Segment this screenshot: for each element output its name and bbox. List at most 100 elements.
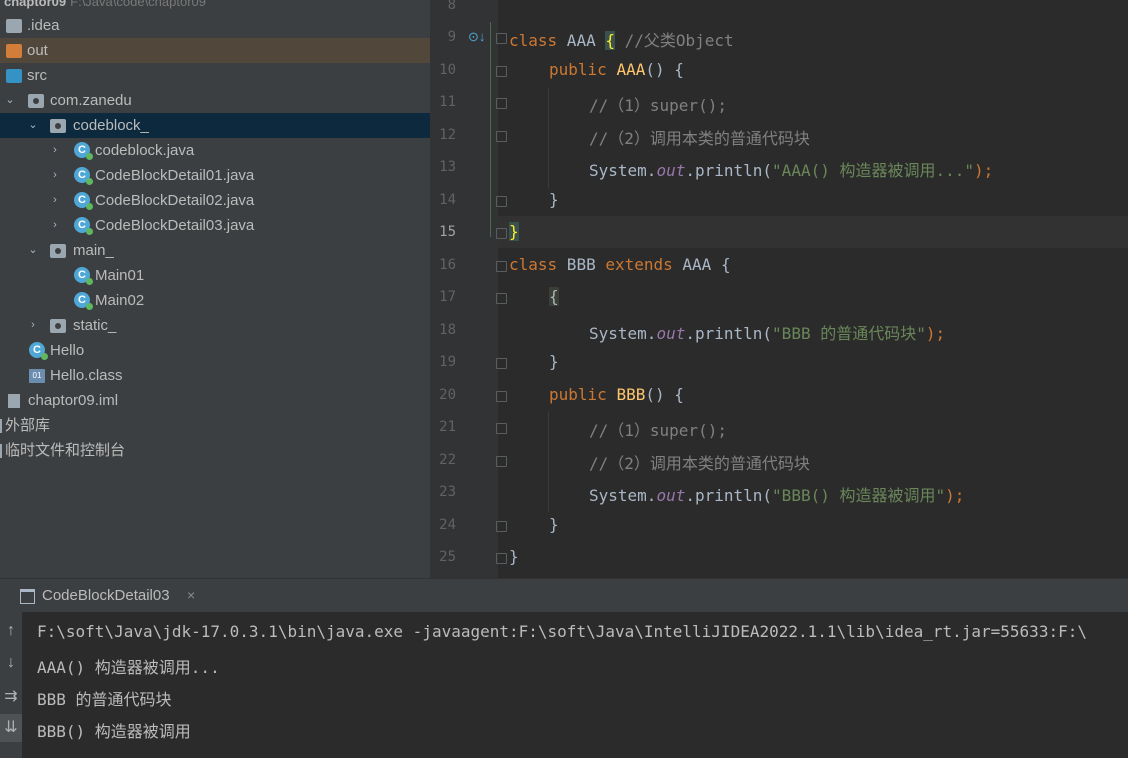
fold-icon[interactable] [496, 456, 507, 467]
code-token: //（2）调用本类的普通代码块 [589, 129, 810, 148]
run-console[interactable]: ↑ ↓ ⇉ ⇊ F:\soft\Java\jdk-17.0.3.1\bin\ja… [0, 612, 1128, 758]
code-token: out [656, 486, 686, 505]
chevron-right-icon[interactable]: › [49, 163, 61, 188]
fold-icon[interactable] [496, 33, 507, 44]
fold-icon[interactable] [496, 423, 507, 434]
fold-icon[interactable] [496, 553, 507, 564]
scroll-to-end-icon[interactable]: ⇊ [0, 714, 22, 742]
line-number: 15 [439, 224, 456, 240]
code-token: BBB [616, 385, 646, 404]
chevron-right-icon[interactable]: › [27, 313, 39, 338]
fold-icon[interactable] [496, 196, 507, 207]
fold-icon[interactable] [496, 391, 507, 402]
fold-icon[interactable] [496, 261, 507, 272]
tree-item-idea[interactable]: .idea [0, 13, 430, 38]
tree-item-label: Main02 [95, 292, 145, 309]
implemented-marker-icon[interactable]: ⊙↓ [468, 30, 485, 44]
fold-icon[interactable] [496, 358, 507, 369]
close-icon[interactable]: × [187, 587, 195, 603]
code-token: "BBB() 构造器被调用" [772, 486, 946, 505]
code-line-18[interactable]: System.out.println("BBB 的普通代码块"); [589, 320, 945, 344]
fold-icon[interactable] [496, 98, 507, 109]
code-line-21[interactable]: //（1）super(); [589, 417, 727, 441]
scroll-up-icon[interactable]: ↑ [0, 622, 22, 640]
tree-item-com-zanedu[interactable]: ⌄ com.zanedu [0, 88, 430, 113]
soft-wrap-icon[interactable]: ⇉ [0, 686, 22, 706]
tree-item-codeblockdetail01[interactable]: › C CodeBlockDetail01.java [0, 163, 430, 188]
tree-item-scratches[interactable]: 临时文件和控制台 [0, 438, 430, 463]
code-line-12[interactable]: //（2）调用本类的普通代码块 [589, 125, 810, 149]
tree-item-codeblockdetail03[interactable]: › C CodeBlockDetail03.java [0, 213, 430, 238]
chevron-right-icon[interactable]: › [49, 213, 61, 238]
code-token: .println( [685, 161, 773, 180]
code-token: AAA [616, 60, 646, 79]
code-line-10[interactable]: public AAA() { [549, 60, 684, 79]
tree-item-label: 临时文件和控制台 [5, 442, 126, 459]
code-line-16[interactable]: class BBB extends AAA { [509, 255, 731, 274]
code-token: .println( [685, 324, 773, 343]
code-token: "BBB 的普通代码块" [772, 324, 926, 343]
code-line-23[interactable]: System.out.println("BBB() 构造器被调用"); [589, 482, 964, 506]
chevron-right-icon[interactable]: › [49, 188, 61, 213]
chevron-down-icon[interactable]: ⌄ [4, 88, 16, 113]
line-number: 22 [439, 452, 456, 468]
code-token: { [549, 287, 559, 306]
code-token: } [509, 222, 519, 241]
code-editor[interactable]: ⊙↓ 8 9 10 11 12 13 14 15 16 17 18 19 20 … [430, 0, 1128, 578]
fold-icon[interactable] [496, 228, 507, 239]
tree-item-external-libraries[interactable]: 外部库 [0, 413, 430, 438]
code-line-20[interactable]: public BBB() { [549, 385, 684, 404]
tree-item-static[interactable]: › static_ [0, 313, 430, 338]
code-token: extends [605, 255, 673, 274]
tree-item-iml[interactable]: chaptor09.iml [0, 388, 430, 413]
tree-item-hello[interactable]: C Hello [0, 338, 430, 363]
chevron-right-icon[interactable]: › [49, 138, 61, 163]
tree-item-codeblock[interactable]: ⌄ codeblock_ [0, 113, 430, 138]
code-token: public [549, 385, 607, 404]
tree-item-out[interactable]: out [0, 38, 430, 63]
console-output-line: AAA() 构造器被调用... [37, 658, 220, 677]
console-output-line: BBB 的普通代码块 [37, 690, 172, 709]
package-icon [50, 319, 66, 333]
tree-item-main[interactable]: ⌄ main_ [0, 238, 430, 263]
run-tab[interactable]: CodeBlockDetail03 × [0, 579, 205, 615]
line-number: 9 [447, 29, 456, 45]
code-line-15[interactable]: } [509, 222, 519, 241]
line-number: 20 [439, 387, 456, 403]
tree-item-main02[interactable]: C Main02 [0, 288, 430, 313]
code-token: ); [974, 161, 994, 180]
fold-icon[interactable] [496, 66, 507, 77]
scroll-down-icon[interactable]: ↓ [0, 654, 22, 672]
indent-guide [548, 88, 549, 188]
tree-item-hello-class[interactable]: 01 Hello.class [0, 363, 430, 388]
code-line-17[interactable]: { [549, 287, 559, 306]
code-line-9[interactable]: class AAA { //父类Object [509, 27, 734, 51]
tree-item-codeblock-java[interactable]: › C codeblock.java [0, 138, 430, 163]
code-line-11[interactable]: //（1）super(); [589, 92, 727, 116]
tree-item-label: src [27, 67, 47, 84]
code-line-14[interactable]: } [549, 190, 559, 209]
fold-icon[interactable] [496, 293, 507, 304]
fold-icon[interactable] [496, 521, 507, 532]
line-number: 17 [439, 289, 456, 305]
code-line-22[interactable]: //（2）调用本类的普通代码块 [589, 450, 810, 474]
tree-item-codeblockdetail02[interactable]: › C CodeBlockDetail02.java [0, 188, 430, 213]
line-number: 11 [439, 94, 456, 110]
code-line-13[interactable]: System.out.println("AAA() 构造器被调用..."); [589, 157, 993, 181]
java-class-icon: C [74, 292, 93, 310]
tree-item-main01[interactable]: C Main01 [0, 263, 430, 288]
project-header: chaptor09 F:\Java\code\chaptor09 [0, 0, 430, 12]
chevron-down-icon[interactable]: ⌄ [27, 238, 39, 263]
code-token: ); [925, 324, 946, 343]
tree-item-src[interactable]: src [0, 63, 430, 88]
tree-item-label: Hello [50, 342, 85, 359]
code-line-25[interactable]: } [509, 547, 519, 566]
scratches-icon [0, 444, 2, 458]
code-line-24[interactable]: } [549, 515, 559, 534]
fold-icon[interactable] [496, 131, 507, 142]
code-line-19[interactable]: } [549, 352, 559, 371]
tree-item-label: CodeBlockDetail02.java [95, 192, 255, 209]
project-panel: chaptor09 F:\Java\code\chaptor09 .idea ou… [0, 0, 430, 578]
line-number: 8 [447, 0, 456, 13]
chevron-down-icon[interactable]: ⌄ [27, 113, 39, 138]
